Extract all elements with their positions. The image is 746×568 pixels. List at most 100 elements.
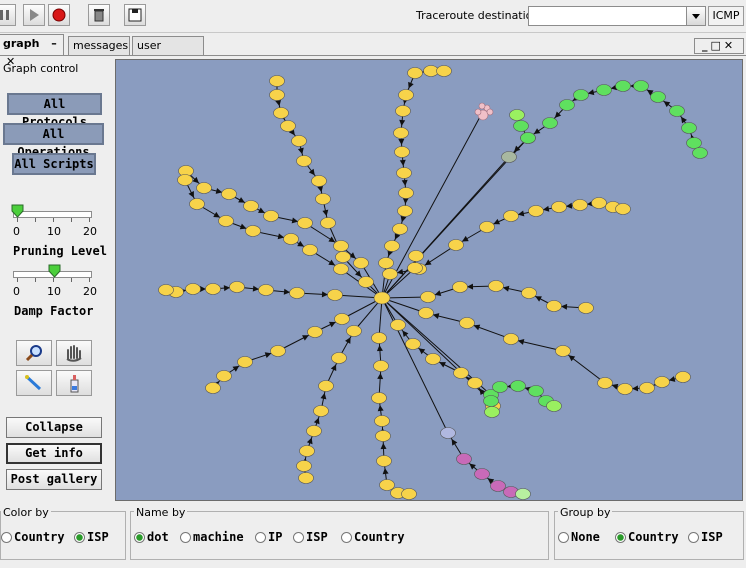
color-by-country-radio[interactable]: [1, 532, 12, 543]
color-by-country-label[interactable]: Country: [14, 530, 65, 544]
save-button[interactable]: [124, 4, 146, 26]
graph-node: [218, 215, 234, 227]
edge-arrow: [587, 89, 595, 96]
group-by-isp-radio[interactable]: [688, 532, 699, 543]
pan-tool-button[interactable]: [56, 340, 92, 366]
network-graph-canvas[interactable]: [115, 59, 743, 501]
zoom-tool-button[interactable]: [16, 340, 52, 366]
graph-node: [379, 479, 395, 491]
get-info-button[interactable]: Get info: [6, 443, 102, 464]
minimize-tab-icon[interactable]: –: [51, 37, 57, 50]
graph-node: [375, 430, 391, 442]
graph-node: [353, 257, 369, 269]
graph-node: [158, 284, 174, 296]
record-button[interactable]: [48, 4, 70, 26]
window-controls[interactable]: _□✕: [694, 38, 744, 54]
damp-factor-label: Damp Factor: [14, 304, 94, 318]
name-by-machine-label[interactable]: machine: [193, 530, 244, 544]
graph-node: [453, 367, 469, 379]
name-by-dot-radio[interactable]: [134, 532, 145, 543]
select-tool-button[interactable]: [16, 370, 52, 396]
group-by-country-radio[interactable]: [615, 532, 626, 543]
collapse-button[interactable]: Collapse: [6, 417, 102, 438]
play-button[interactable]: [23, 4, 45, 26]
graph-node: [374, 415, 390, 427]
graph-node: [456, 453, 472, 465]
group-by-none-radio[interactable]: [558, 532, 569, 543]
edge-arrow: [565, 202, 573, 209]
edge-arrow: [306, 437, 313, 445]
graph-node: [237, 356, 253, 368]
center-node: [373, 291, 391, 305]
graph-node: [650, 91, 666, 103]
graph-node: [313, 405, 329, 417]
graph-node: [307, 326, 323, 338]
graph-node: [686, 137, 702, 149]
graph-node: [298, 472, 314, 484]
graph-node: [459, 317, 475, 329]
name-by-dot-label[interactable]: dot: [147, 530, 169, 544]
color-by-isp-radio[interactable]: [74, 532, 85, 543]
graph-node: [297, 217, 313, 229]
graph-node: [296, 155, 312, 167]
tab-label: graph: [3, 37, 40, 50]
color-by-isp-label[interactable]: ISP: [87, 530, 109, 544]
damp-tick-20: 20: [83, 285, 97, 298]
edge-arrow: [277, 233, 285, 240]
tab-user-scripts[interactable]: user scripts: [132, 36, 204, 70]
graph-node: [546, 400, 562, 412]
tab-graph[interactable]: graph – ✕: [0, 34, 64, 68]
name-by-ip-label[interactable]: IP: [268, 530, 282, 544]
graph-node: [681, 122, 697, 134]
post-gallery-button[interactable]: Post gallery: [6, 469, 102, 490]
name-by-machine-radio[interactable]: [180, 532, 191, 543]
group-by-isp-label[interactable]: ISP: [701, 530, 723, 544]
name-by-country-radio[interactable]: [341, 532, 352, 543]
traceroute-destination-input[interactable]: [528, 6, 706, 26]
edge-arrow: [377, 372, 384, 380]
trash-button[interactable]: [88, 4, 110, 26]
edge-arrow: [533, 128, 541, 135]
graph-node: [483, 395, 499, 407]
graph-node: [425, 353, 441, 365]
graph-node: [333, 263, 349, 275]
graph-node: [299, 445, 315, 457]
group-by-title: Group by: [558, 506, 613, 519]
node-tool-button[interactable]: [56, 370, 92, 396]
edge-arrow: [432, 313, 440, 319]
graph-svg[interactable]: [116, 60, 742, 500]
pause-button[interactable]: [0, 4, 16, 26]
graph-node: [484, 406, 500, 418]
edge-arrow: [380, 442, 387, 450]
name-by-ip-radio[interactable]: [255, 532, 266, 543]
protocol-button[interactable]: ICMP: [708, 6, 744, 26]
graph-node: [436, 65, 452, 77]
name-by-country-label[interactable]: Country: [354, 530, 405, 544]
graph-node: [394, 146, 410, 158]
all-protocols-button[interactable]: All Protocols: [7, 93, 102, 129]
graph-node: [371, 332, 387, 344]
tab-messages[interactable]: messages: [68, 36, 130, 55]
name-by-isp-radio[interactable]: [293, 532, 304, 543]
name-by-isp-label[interactable]: ISP: [306, 530, 328, 544]
pruning-slider-thumb[interactable]: [11, 204, 25, 218]
graph-node: [528, 385, 544, 397]
all-operations-button[interactable]: All Operations: [3, 123, 104, 159]
edge-arrow: [401, 179, 408, 187]
color-by-title: Color by: [1, 506, 51, 519]
damp-slider-thumb[interactable]: [48, 264, 62, 278]
graph-node: [221, 188, 237, 200]
edge-arrow: [297, 147, 304, 155]
group-by-none-label[interactable]: None: [571, 530, 600, 544]
graph-node: [245, 225, 261, 237]
graph-node: [407, 262, 423, 274]
all-scripts-button[interactable]: All Scripts: [12, 153, 96, 175]
tab-bar: graph – ✕ messages user scripts: [0, 33, 746, 70]
edge-arrow: [321, 291, 329, 298]
graph-node: [269, 75, 285, 87]
group-by-country-label[interactable]: Country: [628, 530, 679, 544]
graph-node: [513, 120, 529, 132]
chevron-down-icon: [692, 14, 700, 19]
traceroute-dropdown-button[interactable]: [686, 6, 706, 26]
graph-node: [258, 284, 274, 296]
